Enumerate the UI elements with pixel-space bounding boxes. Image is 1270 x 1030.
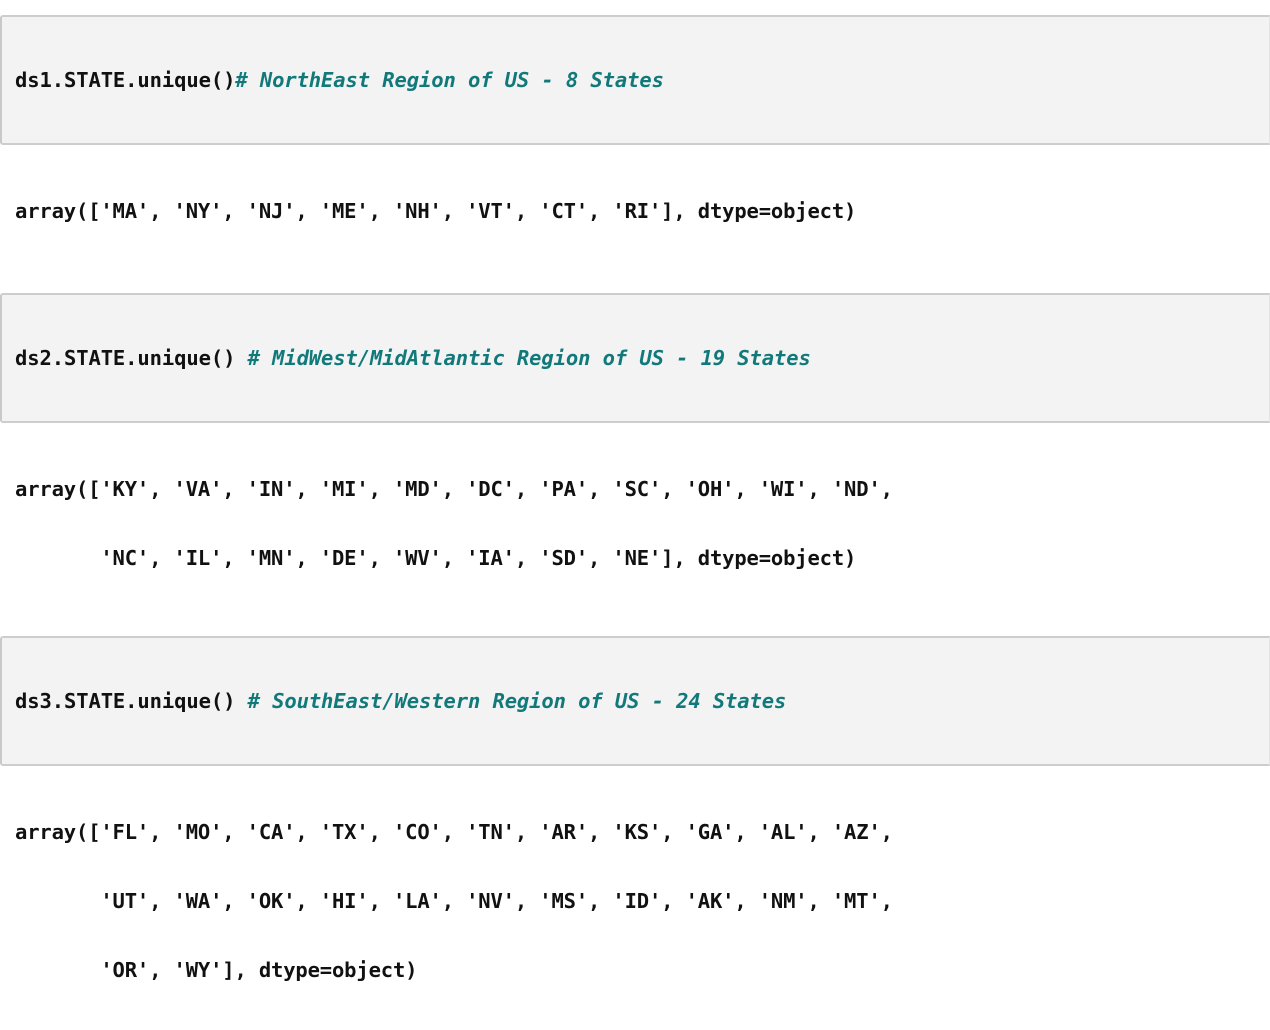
output-line: array(['FL', 'MO', 'CA', 'TX', 'CO', 'TN… [15, 820, 893, 844]
cell-spacer [0, 271, 1270, 293]
code-expression-2: ds2.STATE.unique() [15, 346, 248, 370]
code-line-1: ds1.STATE.unique()# NorthEast Region of … [15, 65, 1269, 95]
code-comment-2: # MidWest/MidAtlantic Region of US - 19 … [247, 346, 811, 370]
code-line-2: ds2.STATE.unique() # MidWest/MidAtlantic… [15, 343, 1269, 373]
code-comment-3: # SouthEast/Western Region of US - 24 St… [247, 689, 787, 713]
cell-spacer [0, 618, 1270, 636]
code-output-cell-3: array(['FL', 'MO', 'CA', 'TX', 'CO', 'TN… [0, 766, 1270, 1030]
code-comment-1: # NorthEast Region of US - 8 States [235, 68, 664, 92]
code-input-cell-1[interactable]: ds1.STATE.unique()# NorthEast Region of … [0, 15, 1270, 145]
code-expression-1: ds1.STATE.unique() [15, 68, 236, 92]
notebook-cell-1: ds1.STATE.unique()# NorthEast Region of … [0, 15, 1270, 271]
code-output-cell-2: array(['KY', 'VA', 'IN', 'MI', 'MD', 'DC… [0, 423, 1270, 618]
code-expression-3: ds3.STATE.unique() [15, 689, 248, 713]
code-input-cell-3[interactable]: ds3.STATE.unique() # SouthEast/Western R… [0, 636, 1270, 766]
notebook-container: ds1.STATE.unique()# NorthEast Region of … [0, 0, 1270, 1030]
output-line: 'OR', 'WY'], dtype=object) [15, 958, 418, 982]
output-line: array(['KY', 'VA', 'IN', 'MI', 'MD', 'DC… [15, 477, 893, 501]
notebook-cell-2: ds2.STATE.unique() # MidWest/MidAtlantic… [0, 293, 1270, 618]
code-output-cell-1: array(['MA', 'NY', 'NJ', 'ME', 'NH', 'VT… [0, 145, 1270, 271]
code-input-cell-2[interactable]: ds2.STATE.unique() # MidWest/MidAtlantic… [0, 293, 1270, 423]
notebook-cell-3: ds3.STATE.unique() # SouthEast/Western R… [0, 636, 1270, 1030]
code-line-3: ds3.STATE.unique() # SouthEast/Western R… [15, 686, 1269, 716]
output-line: 'NC', 'IL', 'MN', 'DE', 'WV', 'IA', 'SD'… [15, 546, 857, 570]
output-line: array(['MA', 'NY', 'NJ', 'ME', 'NH', 'VT… [15, 199, 857, 223]
output-line: 'UT', 'WA', 'OK', 'HI', 'LA', 'NV', 'MS'… [15, 889, 893, 913]
